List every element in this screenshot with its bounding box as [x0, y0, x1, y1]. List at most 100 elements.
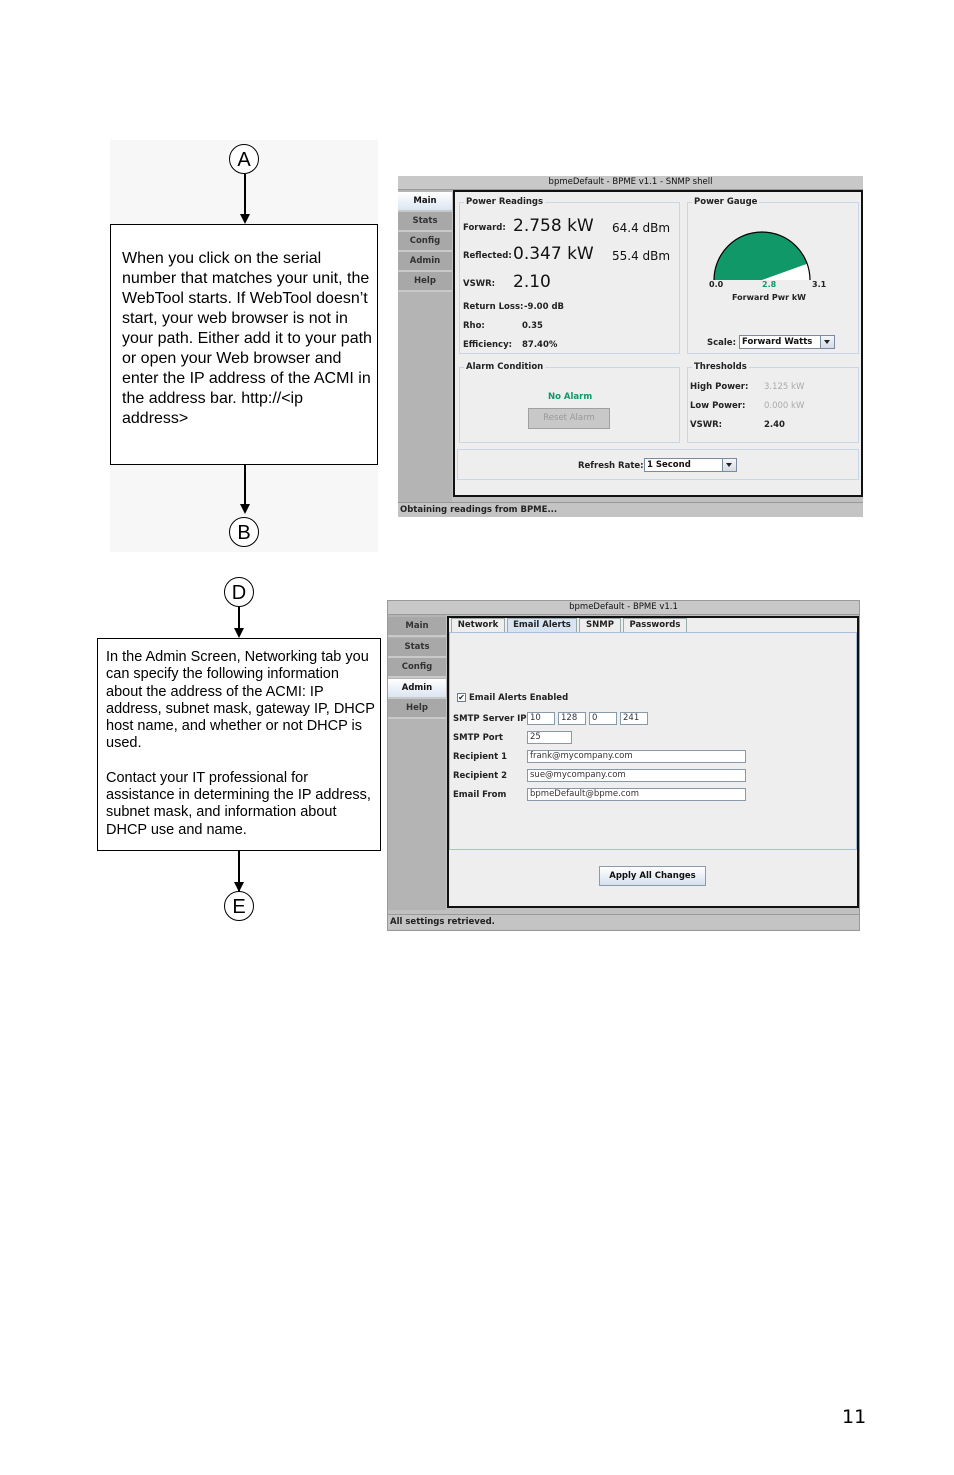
flow-box-text: When you click on the serial number that…	[122, 250, 372, 427]
status-bar: All settings retrieved.	[388, 914, 859, 929]
sidebar-item-stats[interactable]: Stats	[388, 638, 446, 658]
arrow-line	[244, 174, 246, 214]
reflected-kw-value: 0.347 kW	[513, 244, 594, 264]
scale-select-value: Forward Watts	[742, 337, 813, 347]
app-window-admin: bpmeDefault - BPME v1.1 Main Stats Confi…	[387, 600, 860, 931]
window-title: bpmeDefault - BPME v1.1 - SNMP shell	[398, 176, 863, 190]
scale-select[interactable]: Forward Watts	[739, 335, 835, 349]
flow-box-paragraph-2: Contact your IT professional for assista…	[106, 769, 371, 838]
sidebar-item-config[interactable]: Config	[388, 658, 446, 678]
gauge-value-label: 2.8	[762, 280, 777, 289]
smtp-port-label: SMTP Port	[453, 733, 503, 743]
chevron-down-icon[interactable]	[820, 336, 834, 348]
connector-a: A	[229, 144, 259, 174]
reflected-label: Reflected:	[463, 251, 512, 261]
main-panel: Power Readings Forward: 2.758 kW 64.4 dB…	[453, 190, 863, 497]
rho-value: 0.35	[522, 321, 543, 331]
refresh-rate-select[interactable]: 1 Second	[644, 458, 737, 472]
sidebar-item-config[interactable]: Config	[398, 232, 452, 252]
tab-email-alerts[interactable]: Email Alerts	[507, 618, 577, 632]
tab-passwords[interactable]: Passwords	[623, 618, 687, 632]
recipient-1-input[interactable]: frank@mycompany.com	[527, 750, 746, 763]
arrow-line	[238, 607, 240, 629]
smtp-ip-octet-3[interactable]: 0	[589, 712, 617, 725]
check-icon: ✔	[458, 693, 465, 702]
recipient-1-label: Recipient 1	[453, 752, 508, 762]
power-gauge	[713, 231, 811, 281]
vswr-threshold-value: 2.40	[764, 420, 785, 430]
chevron-down-icon[interactable]	[722, 459, 736, 471]
vswr-threshold-label: VSWR:	[690, 420, 723, 430]
return-loss-value: -9.00 dB	[524, 302, 565, 312]
alarm-condition-title: Alarm Condition	[464, 362, 546, 372]
page-number: 11	[842, 1406, 867, 1428]
vswr-label: VSWR:	[463, 279, 496, 289]
gauge-min-label: 0.0	[709, 280, 724, 289]
thresholds-group: Thresholds High Power: 3.125 kW Low Powe…	[687, 362, 859, 443]
flowchart-2: D In the Admin Screen, Networking tab yo…	[97, 575, 381, 925]
gauge-caption: Forward Pwr kW	[732, 293, 806, 302]
low-power-value: 0.000 kW	[764, 401, 805, 411]
reset-alarm-button[interactable]: Reset Alarm	[528, 408, 610, 429]
refresh-rate-label: Refresh Rate:	[578, 461, 644, 471]
flow-box-paragraph-1: In the Admin Screen, Networking tab you …	[106, 649, 375, 752]
smtp-ip-octet-2[interactable]: 128	[558, 712, 586, 725]
sidebar-item-help[interactable]: Help	[398, 272, 452, 292]
forward-dbm-value: 64.4 dBm	[612, 221, 671, 235]
connector-e: E	[224, 891, 254, 921]
tab-snmp[interactable]: SNMP	[579, 618, 621, 632]
status-bar: Obtaining readings from BPME...	[398, 502, 863, 517]
email-alerts-panel: ✔ Email Alerts Enabled SMTP Server IP 10…	[449, 632, 857, 850]
forward-kw-value: 2.758 kW	[513, 216, 594, 236]
sidebar: Main Stats Config Admin Help	[388, 615, 446, 910]
high-power-label: High Power:	[690, 382, 749, 392]
smtp-ip-octet-4[interactable]: 241	[620, 712, 648, 725]
smtp-port-input[interactable]: 25	[527, 731, 572, 744]
arrow-line	[244, 465, 246, 505]
window-title: bpmeDefault - BPME v1.1	[388, 601, 859, 615]
email-alerts-enabled-checkbox[interactable]: ✔	[457, 693, 466, 702]
refresh-rate-value: 1 Second	[647, 460, 691, 470]
sidebar-item-stats[interactable]: Stats	[398, 212, 452, 232]
connector-b: B	[229, 517, 259, 547]
power-gauge-group: Power Gauge 0.0 2.8 3.1 Forward Pwr kW S…	[687, 197, 859, 354]
high-power-value: 3.125 kW	[764, 382, 805, 392]
main-panel: Network Email Alerts SNMP Passwords ✔ Em…	[447, 616, 859, 908]
recipient-2-label: Recipient 2	[453, 771, 508, 781]
email-alerts-enabled-label: Email Alerts Enabled	[469, 693, 569, 703]
smtp-ip-octet-1[interactable]: 10	[527, 712, 555, 725]
sidebar-item-main[interactable]: Main	[388, 617, 446, 637]
arrow-down-icon	[234, 628, 244, 638]
reflected-dbm-value: 55.4 dBm	[612, 249, 671, 263]
recipient-2-input[interactable]: sue@mycompany.com	[527, 769, 746, 782]
sidebar-item-admin[interactable]: Admin	[388, 679, 446, 699]
sidebar: Main Stats Config Admin Help	[398, 190, 452, 502]
power-readings-group: Power Readings Forward: 2.758 kW 64.4 dB…	[459, 197, 680, 354]
refresh-group: Refresh Rate: 1 Second	[457, 449, 859, 480]
alarm-condition-group: Alarm Condition No Alarm Reset Alarm	[459, 362, 680, 443]
email-from-input[interactable]: bpmeDefault@bpme.com	[527, 788, 746, 801]
arrow-down-icon	[240, 214, 250, 224]
connector-d: D	[224, 577, 254, 607]
efficiency-label: Efficiency:	[463, 340, 513, 350]
tab-network[interactable]: Network	[451, 618, 505, 632]
low-power-label: Low Power:	[690, 401, 746, 411]
power-readings-title: Power Readings	[464, 197, 546, 207]
return-loss-label: Return Loss:	[463, 302, 524, 312]
flow-box-admin: In the Admin Screen, Networking tab you …	[97, 638, 381, 851]
sidebar-item-help[interactable]: Help	[388, 699, 446, 719]
efficiency-value: 87.40%	[522, 340, 558, 350]
apply-all-changes-button[interactable]: Apply All Changes	[599, 866, 706, 886]
arrow-down-icon	[240, 504, 250, 514]
thresholds-title: Thresholds	[692, 362, 749, 372]
smtp-server-ip-label: SMTP Server IP	[453, 714, 527, 724]
sidebar-item-admin[interactable]: Admin	[398, 252, 452, 272]
flowchart-1: A When you click on the serial number th…	[110, 140, 378, 552]
forward-label: Forward:	[463, 223, 506, 233]
flow-box-webtool: When you click on the serial number that…	[110, 224, 378, 465]
rho-label: Rho:	[463, 321, 485, 331]
app-window-main: bpmeDefault - BPME v1.1 - SNMP shell Mai…	[398, 176, 863, 517]
scale-label: Scale:	[707, 338, 736, 348]
sidebar-item-main[interactable]: Main	[398, 192, 452, 212]
alarm-status: No Alarm	[548, 392, 593, 402]
